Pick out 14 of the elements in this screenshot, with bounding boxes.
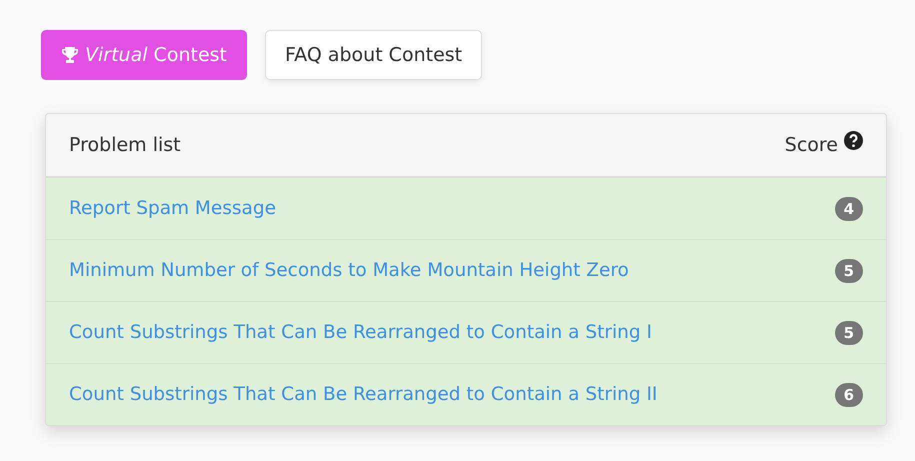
- faq-button[interactable]: FAQ about Contest: [264, 30, 482, 80]
- problem-link[interactable]: Minimum Number of Seconds to Make Mountain Height Zero: [69, 260, 629, 281]
- column-header: Score: [784, 134, 838, 156]
- virtual-contest-button[interactable]: Virtual Contest: [41, 30, 247, 80]
- score-badge: 6: [834, 382, 863, 406]
- score-badge: 4: [834, 196, 863, 220]
- column-header: Problem list: [69, 134, 181, 156]
- trophy-icon: [61, 46, 79, 64]
- score-badge: 5: [834, 258, 863, 282]
- problem-link[interactable]: Report Spam Message: [69, 198, 276, 219]
- help-icon[interactable]: [844, 130, 863, 150]
- problem-link[interactable]: Count Substrings That Can Be Rearranged to Contain a String II: [69, 384, 658, 405]
- problem-link[interactable]: Count Substrings That Can Be Rearranged to Contain a String I: [69, 322, 652, 343]
- score-badge: 5: [834, 320, 863, 344]
